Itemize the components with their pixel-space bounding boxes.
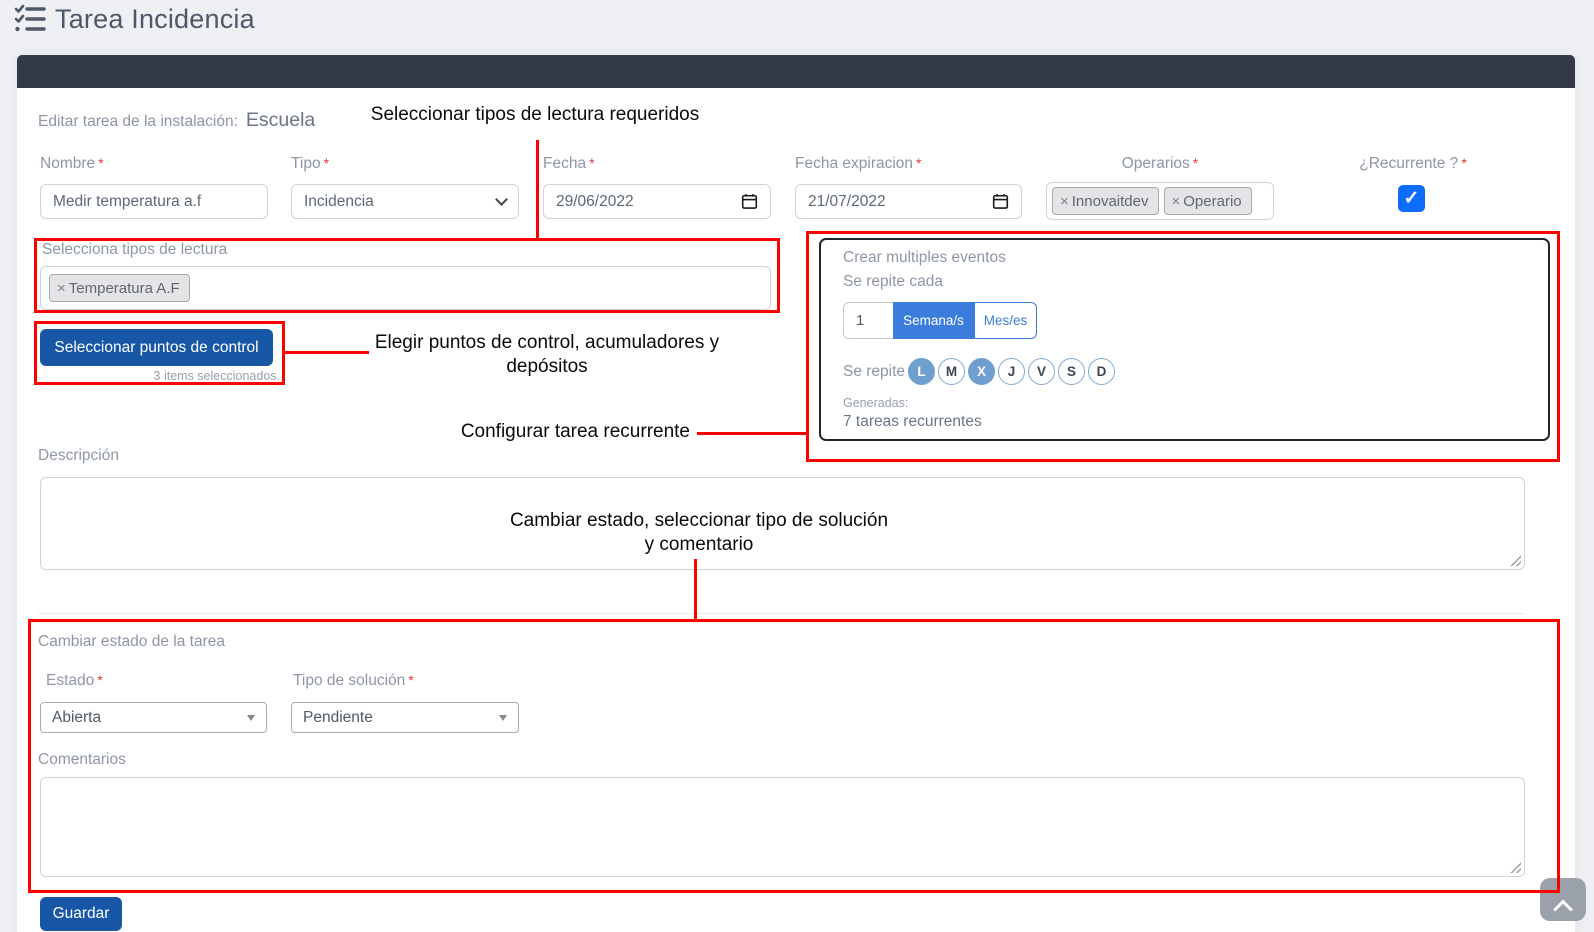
fecha-expiracion-label: Fecha expiracion * bbox=[795, 155, 922, 172]
check-icon: ✓ bbox=[1403, 188, 1420, 209]
generadas-value: 7 tareas recurrentes bbox=[843, 413, 982, 430]
annotation-estado-line1: Cambiar estado, seleccionar tipo de solu… bbox=[509, 510, 889, 531]
recurrence-panel bbox=[819, 238, 1550, 441]
lectura-tag-label: Temperatura A.F bbox=[68, 279, 180, 297]
day-toggle-m[interactable]: M bbox=[938, 358, 965, 385]
tipo-solucion-select[interactable]: Pendiente bbox=[291, 702, 519, 733]
operario-tag-label: Operario bbox=[1183, 192, 1242, 210]
day-toggle-d[interactable]: D bbox=[1088, 358, 1115, 385]
se-repite-cada-label: Se repite cada bbox=[843, 273, 943, 290]
estado-label: Estado * bbox=[46, 672, 103, 689]
fecha-value: 29/06/2022 bbox=[556, 192, 634, 210]
items-seleccionados-text: 3 items seleccionados. bbox=[153, 369, 280, 383]
comentarios-textarea[interactable] bbox=[40, 777, 1525, 877]
lectura-tag: × Temperatura A.F bbox=[49, 274, 190, 302]
recurrente-label: ¿Recurrente ? * bbox=[1359, 155, 1467, 172]
nombre-value: Medir temperatura a.f bbox=[53, 192, 202, 210]
nombre-label: Nombre * bbox=[40, 155, 104, 172]
tipo-value: Incidencia bbox=[304, 192, 374, 210]
calendar-icon[interactable] bbox=[741, 193, 758, 210]
required-asterisk: * bbox=[916, 155, 922, 171]
required-asterisk: * bbox=[1461, 155, 1467, 171]
required-asterisk: * bbox=[97, 672, 103, 688]
operario-tag-label: Innovaitdev bbox=[1071, 192, 1149, 210]
generadas-label: Generadas: bbox=[843, 396, 909, 410]
interval-input[interactable] bbox=[843, 302, 893, 339]
required-asterisk: * bbox=[1192, 155, 1199, 171]
crear-eventos-title: Crear multiples eventos bbox=[843, 249, 1006, 266]
section-divider bbox=[38, 613, 1525, 614]
annotation-puntos: Elegir puntos de control, acumuladores y… bbox=[368, 331, 726, 379]
page-background: Tarea Incidencia Editar tarea de la inst… bbox=[0, 0, 1594, 932]
remove-tag-icon[interactable]: × bbox=[1060, 193, 1069, 210]
nombre-input[interactable]: Medir temperatura a.f bbox=[40, 184, 268, 219]
task-list-icon bbox=[14, 4, 46, 34]
estado-value: Abierta bbox=[52, 708, 102, 726]
scroll-to-top-button[interactable] bbox=[1540, 878, 1586, 921]
fecha-input[interactable]: 29/06/2022 bbox=[543, 184, 771, 219]
guardar-button[interactable]: Guardar bbox=[40, 897, 122, 931]
day-toggle-v[interactable]: V bbox=[1028, 358, 1055, 385]
weekday-selector: L M X J V S D bbox=[908, 358, 1115, 385]
descripcion-label: Descripción bbox=[38, 447, 119, 464]
resize-handle-icon[interactable] bbox=[1509, 554, 1521, 566]
estado-select[interactable]: Abierta bbox=[40, 702, 267, 733]
chevron-down-icon bbox=[495, 193, 508, 206]
tipo-label: Tipo * bbox=[291, 155, 330, 172]
seleccionar-puntos-button[interactable]: Seleccionar puntos de control bbox=[40, 329, 273, 366]
annotation-puntos-line1: Elegir puntos de control, acumuladores y bbox=[374, 332, 720, 353]
resize-handle-icon[interactable] bbox=[1509, 861, 1521, 873]
operarios-label: Operarios * bbox=[1121, 155, 1199, 172]
remove-tag-icon[interactable]: × bbox=[57, 280, 66, 297]
required-asterisk: * bbox=[408, 672, 414, 688]
remove-tag-icon[interactable]: × bbox=[1172, 193, 1181, 210]
day-toggle-l[interactable]: L bbox=[908, 358, 935, 385]
annotation-recurrente: Configurar tarea recurrente bbox=[460, 421, 690, 442]
page-title-row: Tarea Incidencia bbox=[14, 0, 255, 38]
operario-tag: × Operario bbox=[1163, 187, 1252, 215]
required-asterisk: * bbox=[98, 155, 104, 171]
annotation-puntos-line2: depósitos bbox=[506, 356, 588, 377]
lectura-label: Selecciona tipos de lectura bbox=[42, 241, 228, 258]
page-title: Tarea Incidencia bbox=[55, 3, 255, 34]
day-toggle-x[interactable]: X bbox=[968, 358, 995, 385]
edit-prefix-label: Editar tarea de la instalación: bbox=[38, 113, 238, 130]
chevron-up-icon bbox=[1553, 899, 1573, 919]
fecha-expiracion-value: 21/07/2022 bbox=[808, 192, 886, 210]
unit-semanas-button[interactable]: Semana/s bbox=[893, 302, 974, 339]
recurrente-checkbox[interactable]: ✓ bbox=[1398, 185, 1425, 212]
required-asterisk: * bbox=[323, 155, 330, 171]
tipo-solucion-label: Tipo de solución * bbox=[293, 672, 414, 689]
day-toggle-s[interactable]: S bbox=[1058, 358, 1085, 385]
tipo-solucion-value: Pendiente bbox=[303, 708, 373, 726]
fecha-expiracion-input[interactable]: 21/07/2022 bbox=[795, 184, 1022, 219]
required-asterisk: * bbox=[589, 155, 595, 171]
calendar-icon[interactable] bbox=[992, 193, 1009, 210]
annotation-lectura: Seleccionar tipos de lectura requeridos bbox=[370, 104, 700, 125]
lectura-multiselect[interactable]: × Temperatura A.F bbox=[40, 266, 771, 310]
tipo-select[interactable]: Incidencia bbox=[291, 184, 519, 219]
comentarios-label: Comentarios bbox=[38, 751, 126, 768]
annotation-estado: Cambiar estado, seleccionar tipo de solu… bbox=[414, 509, 984, 557]
annotation-estado-line2: y comentario bbox=[644, 534, 754, 555]
cambiar-estado-title: Cambiar estado de la tarea bbox=[38, 633, 225, 650]
day-toggle-j[interactable]: J bbox=[998, 358, 1025, 385]
operarios-multiselect[interactable]: × Innovaitdev × Operario bbox=[1046, 182, 1274, 220]
card-header-bar bbox=[17, 55, 1575, 88]
operario-tag: × Innovaitdev bbox=[1052, 187, 1159, 215]
unit-meses-button[interactable]: Mes/es bbox=[974, 302, 1037, 339]
fecha-label: Fecha * bbox=[543, 155, 595, 172]
dropdown-arrow-icon bbox=[247, 714, 255, 721]
card-subtitle: Editar tarea de la instalación: Escuela bbox=[38, 109, 315, 132]
dropdown-arrow-icon bbox=[499, 714, 507, 721]
